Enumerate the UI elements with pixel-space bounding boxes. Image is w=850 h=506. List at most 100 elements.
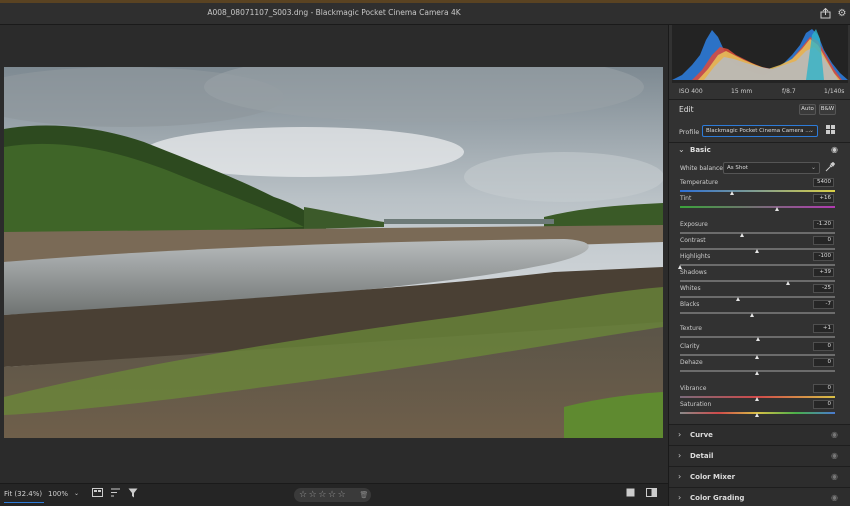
eye-icon[interactable]: ◉ [831, 472, 838, 481]
slider-thumb[interactable] [755, 355, 759, 359]
slider-label: Tint [680, 195, 692, 202]
camera-info-row: ISO 400 15 mm f/8.7 1/140s [669, 83, 850, 99]
chevron-right-icon: › [678, 451, 682, 460]
section-color-grading[interactable]: › Color Grading ◉ [669, 487, 850, 506]
histogram [672, 25, 848, 83]
slider-value-field[interactable]: +16 [813, 194, 834, 203]
section-detail[interactable]: › Detail ◉ [669, 445, 850, 466]
fit-active-underline [4, 502, 44, 503]
slider-thumb[interactable] [755, 337, 760, 341]
eye-icon[interactable]: ◉ [831, 493, 838, 502]
slider-value-field[interactable]: +1 [813, 324, 834, 333]
slider-thumb[interactable] [730, 191, 735, 195]
shutter-readout: 1/140s [824, 88, 845, 95]
aperture-readout: f/8.7 [782, 88, 796, 95]
eye-icon[interactable]: ◉ [831, 430, 838, 439]
white-balance-value: As Shot [727, 165, 748, 171]
slider-track[interactable] [680, 296, 835, 298]
auto-button[interactable]: Auto [799, 104, 816, 115]
slider-value-field[interactable]: 0 [813, 236, 834, 245]
slider-value-field[interactable]: 0 [813, 358, 834, 367]
slider-label: Dehaze [680, 359, 703, 366]
bw-button[interactable]: B&W [819, 104, 836, 115]
zoom-chevron-icon[interactable]: ⌄ [74, 490, 79, 497]
basic-chevron-icon[interactable]: ⌄ [678, 145, 685, 154]
delete-flag-icon[interactable]: 🗑 [357, 488, 371, 502]
chevron-down-icon: ⌄ [810, 164, 816, 171]
slider-thumb[interactable] [739, 233, 744, 237]
slider-thumb[interactable] [755, 413, 759, 417]
slider-label: Temperature [680, 179, 719, 186]
slider-value-field[interactable]: -7 [813, 300, 834, 309]
slider-thumb[interactable] [755, 249, 759, 253]
section-curve[interactable]: › Curve ◉ [669, 424, 850, 445]
slider-thumb[interactable] [775, 207, 780, 211]
slider-thumb[interactable] [749, 313, 754, 317]
eye-icon[interactable]: ◉ [831, 451, 838, 460]
landscape-image [4, 67, 663, 438]
slider-track[interactable] [680, 312, 835, 314]
slider-label: Highlights [680, 253, 711, 260]
divider [669, 99, 850, 100]
export-icon[interactable] [819, 7, 831, 20]
slider-value-field[interactable]: +39 [813, 268, 834, 277]
profile-browser-icon[interactable] [826, 125, 835, 136]
slider-value-field[interactable]: 5400 [813, 178, 834, 187]
slider-track[interactable] [680, 190, 835, 192]
chevron-down-icon: ⌄ [808, 127, 814, 134]
bottom-toolbar: Fit (32.4%) 100% ⌄ ☆☆☆☆☆ 🗑 [0, 483, 668, 506]
slider-label: Saturation [680, 401, 712, 408]
slider-thumb[interactable] [755, 371, 759, 375]
chevron-right-icon: › [678, 430, 682, 439]
edit-panel: ISO 400 15 mm f/8.7 1/140s Edit Auto B&W… [668, 25, 850, 506]
slider-track[interactable] [680, 232, 835, 234]
slider-label: Texture [680, 325, 702, 332]
slider-label: Shadows [680, 269, 707, 276]
slider-label: Blacks [680, 301, 700, 308]
slider-label: Clarity [680, 343, 700, 350]
slider-value-field[interactable]: -1.20 [813, 220, 834, 229]
profile-value: Blackmagic Pocket Cinema Camera ... [706, 128, 811, 134]
iso-readout: ISO 400 [679, 88, 703, 95]
slider-value-field[interactable]: 0 [813, 400, 834, 409]
slider-track[interactable] [680, 264, 835, 266]
camera-raw-window: A008_08071107_S003.dng - Blackmagic Pock… [0, 0, 850, 506]
before-after-icon[interactable] [644, 488, 658, 502]
profile-dropdown[interactable]: Blackmagic Pocket Cinema Camera ... ⌄ [702, 125, 818, 137]
window-title: A008_08071107_S003.dng - Blackmagic Pock… [207, 8, 461, 17]
white-balance-label: White balance [680, 165, 723, 172]
slider-value-field[interactable]: 0 [813, 342, 834, 351]
gear-icon[interactable]: ⚙ [836, 8, 848, 20]
slider-thumb[interactable] [735, 297, 740, 301]
slider-thumb[interactable] [786, 281, 790, 285]
single-view-icon[interactable] [623, 488, 637, 502]
filmstrip-icon[interactable] [90, 488, 104, 502]
filter-icon[interactable] [126, 488, 140, 502]
section-title: Curve [690, 431, 713, 439]
white-balance-dropdown[interactable]: As Shot ⌄ [723, 162, 820, 174]
section-title: Color Grading [690, 494, 745, 502]
chevron-right-icon: › [678, 472, 682, 481]
slider-label: Whites [680, 285, 701, 292]
zoom-level-dropdown[interactable]: 100% [48, 490, 68, 498]
chevron-right-icon: › [678, 493, 682, 502]
fit-zoom-option[interactable]: Fit (32.4%) [4, 490, 42, 498]
slider-value-field[interactable]: 0 [813, 384, 834, 393]
section-color-mixer[interactable]: › Color Mixer ◉ [669, 466, 850, 487]
slider-track[interactable] [680, 280, 835, 282]
edit-title: Edit [679, 105, 694, 114]
image-canvas[interactable] [0, 25, 668, 483]
slider-track[interactable] [680, 206, 835, 208]
eye-icon[interactable]: ◉ [831, 145, 838, 154]
profile-label: Profile [679, 128, 700, 136]
basic-title[interactable]: Basic [690, 146, 711, 154]
section-title: Color Mixer [690, 473, 736, 481]
sort-icon[interactable] [109, 488, 123, 502]
slider-value-field[interactable]: -25 [813, 284, 834, 293]
slider-label: Vibrance [680, 385, 707, 392]
slider-label: Contrast [680, 237, 706, 244]
slider-value-field[interactable]: -100 [813, 252, 834, 261]
eyedropper-icon[interactable] [825, 161, 836, 174]
slider-label: Exposure [680, 221, 708, 228]
slider-thumb[interactable] [755, 397, 759, 401]
